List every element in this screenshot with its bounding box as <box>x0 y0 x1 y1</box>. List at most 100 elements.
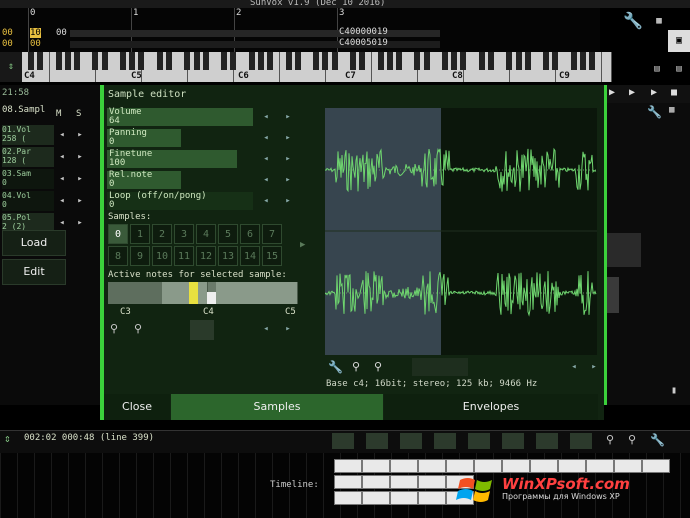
piano-black-key[interactable] <box>92 52 99 70</box>
wrench-icon[interactable]: 🔧 <box>650 433 665 447</box>
pattern[interactable] <box>642 459 670 473</box>
pattern[interactable] <box>614 459 642 473</box>
mute-button[interactable]: ◂ <box>56 170 68 188</box>
piano-black-key[interactable] <box>221 52 228 70</box>
relnote-param[interactable]: Rel.note 0 <box>107 171 181 189</box>
scroll-left-icon[interactable]: ◂ <box>564 358 584 376</box>
sample-slot[interactable]: 7 <box>262 224 282 244</box>
set-icon[interactable]: ▤ <box>668 58 690 80</box>
piano-black-key[interactable] <box>74 52 80 70</box>
pin-icon[interactable]: ⚲ <box>606 433 614 446</box>
piano-black-key[interactable] <box>478 52 485 70</box>
pattern-block[interactable] <box>400 433 422 449</box>
mute-button[interactable]: ◂ <box>56 192 68 210</box>
splitter-icon[interactable]: ▶ <box>300 240 314 254</box>
piano-scroll[interactable]: ⇕ <box>0 52 22 82</box>
decrease-icon[interactable]: ◂ <box>256 150 276 168</box>
solo-button[interactable]: ▸ <box>74 170 86 188</box>
loop-param[interactable]: Loop (off/on/pong) 0 <box>107 192 253 210</box>
pattern[interactable] <box>418 475 446 489</box>
piano-black-key[interactable] <box>589 52 596 70</box>
pattern-block[interactable] <box>366 433 388 449</box>
piano-black-key[interactable] <box>396 52 402 70</box>
piano-black-key[interactable] <box>285 52 292 70</box>
pattern-block[interactable] <box>434 433 456 449</box>
settings-icon[interactable]: ▦ <box>669 105 674 115</box>
piano-black-key[interactable] <box>28 52 34 70</box>
pattern[interactable] <box>418 491 446 505</box>
decrease-icon[interactable]: ◂ <box>256 108 276 126</box>
sample-slot[interactable]: 1 <box>130 224 150 244</box>
piano-black-key[interactable] <box>138 52 145 70</box>
piano-black-key[interactable] <box>524 52 531 70</box>
piano-black-key[interactable] <box>451 52 458 70</box>
piano-black-key[interactable] <box>506 52 513 70</box>
piano-black-key[interactable] <box>230 52 237 70</box>
piano-black-key[interactable] <box>166 52 172 70</box>
active-notes-keyboard[interactable] <box>108 282 298 304</box>
sample-slot[interactable]: 0 <box>108 224 128 244</box>
note-add-icon[interactable]: ⚲ <box>134 322 142 335</box>
piano-black-key[interactable] <box>442 52 448 70</box>
sample-slot[interactable]: 14 <box>240 246 260 266</box>
note-cell[interactable] <box>288 282 298 304</box>
pattern[interactable] <box>334 491 362 505</box>
load-button[interactable]: Load <box>2 230 66 256</box>
sample-slot[interactable]: 13 <box>218 246 238 266</box>
piano-black-key[interactable] <box>258 52 264 70</box>
module-item[interactable]: 04.Vol 0 <box>2 191 54 211</box>
piano-black-key[interactable] <box>460 52 467 70</box>
sample-slot[interactable]: 3 <box>174 224 194 244</box>
wrench-icon[interactable]: 🔧 <box>647 105 662 119</box>
pattern[interactable] <box>362 459 390 473</box>
piano-black-key[interactable] <box>184 52 191 70</box>
piano-black-key[interactable] <box>55 52 62 70</box>
close-button[interactable]: Close <box>104 394 170 420</box>
pattern[interactable] <box>418 459 446 473</box>
piano-black-key[interactable] <box>193 52 200 70</box>
scroll-right-icon[interactable]: ▸ <box>584 358 604 376</box>
pattern[interactable] <box>558 459 586 473</box>
module-item[interactable]: 02.Par 128 ( <box>2 147 54 167</box>
piano-black-key[interactable] <box>386 52 393 70</box>
set-icon[interactable]: ▤ <box>646 58 668 80</box>
wrench-icon[interactable]: 🔧 <box>622 10 644 32</box>
sample-slot[interactable]: 5 <box>218 224 238 244</box>
pattern-block[interactable] <box>332 433 354 449</box>
piano-black-key[interactable] <box>322 52 329 70</box>
decrease-icon[interactable]: ◂ <box>256 320 276 338</box>
sample-slot[interactable]: 9 <box>130 246 150 266</box>
key-toggle[interactable] <box>190 320 214 340</box>
piano-black-key[interactable] <box>64 52 71 70</box>
solo-button[interactable]: ▸ <box>74 148 86 166</box>
piano-black-key[interactable] <box>156 52 163 70</box>
pattern[interactable] <box>530 459 558 473</box>
sample-slot[interactable]: 4 <box>196 224 216 244</box>
solo-button[interactable]: ▸ <box>74 192 86 210</box>
solo-button[interactable]: ▸ <box>74 214 86 232</box>
module-item[interactable]: 01.Vol 258 ( <box>2 125 54 145</box>
sample-slot[interactable]: 6 <box>240 224 260 244</box>
pin-icon[interactable]: ⚲ <box>352 360 360 373</box>
piano-black-key[interactable] <box>580 52 586 70</box>
piano-black-key[interactable] <box>377 52 384 70</box>
finetune-param[interactable]: Finetune 100 <box>107 150 237 168</box>
piano-black-key[interactable] <box>248 52 255 70</box>
module-item[interactable]: 03.Sam 0 <box>2 169 54 189</box>
increase-icon[interactable]: ▸ <box>278 108 298 126</box>
piano-black-key[interactable] <box>350 52 356 70</box>
pattern[interactable] <box>334 475 362 489</box>
sample-slot[interactable]: 2 <box>152 224 172 244</box>
piano-black-key[interactable] <box>359 52 366 70</box>
pattern[interactable] <box>474 459 502 473</box>
pattern-timeline[interactable]: 0 1 2 3 00 10 00 00 00 C40000019 C400050… <box>0 8 600 52</box>
piano-black-key[interactable] <box>313 52 320 70</box>
piano-white-key[interactable] <box>601 52 612 82</box>
piano-black-key[interactable] <box>488 52 494 70</box>
pattern[interactable] <box>334 459 362 473</box>
pattern[interactable] <box>390 475 418 489</box>
piano-black-key[interactable] <box>515 52 522 70</box>
note-pick-icon[interactable]: ⚲ <box>110 322 118 335</box>
panning-param[interactable]: Panning 0 <box>107 129 181 147</box>
sample-slot[interactable]: 15 <box>262 246 282 266</box>
